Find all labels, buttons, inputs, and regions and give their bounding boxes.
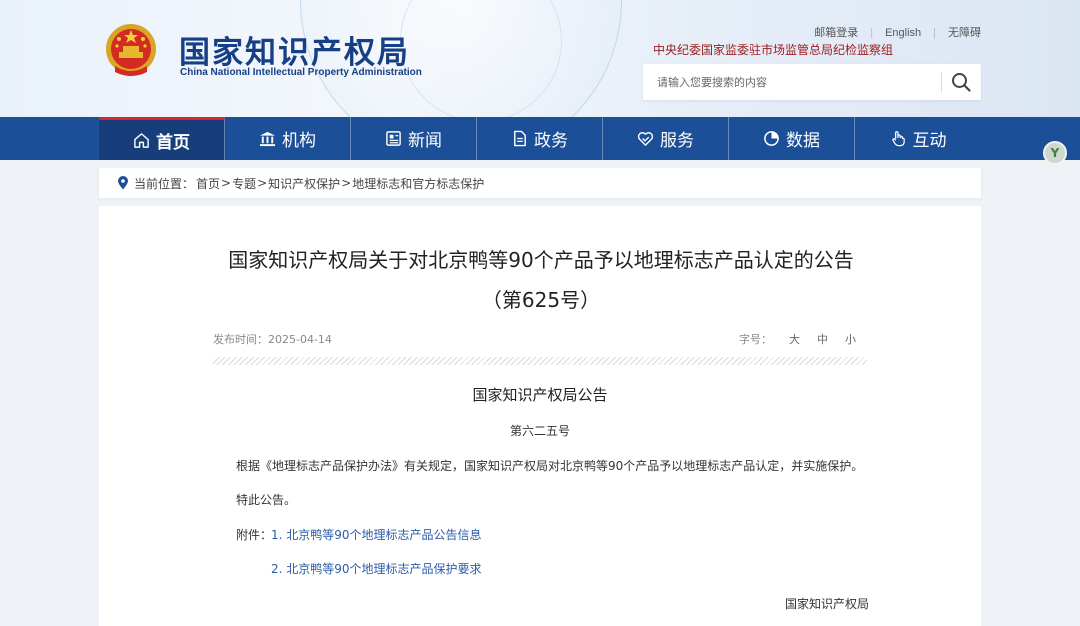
breadcrumb-item-topic[interactable]: 专题 [232, 175, 256, 192]
location-pin-icon [118, 176, 128, 190]
nav-item-home[interactable]: 首页 [99, 117, 225, 160]
site-logo-subtitle: China National Intellectual Property Adm… [180, 67, 422, 78]
nav-label: 服务 [660, 131, 694, 151]
font-size-small-button[interactable]: 小 [845, 331, 856, 347]
font-size-controls: 字号： 大 中 小 [739, 331, 856, 347]
breadcrumb-separator: > [257, 176, 268, 190]
attachment-label: 附件： [236, 528, 273, 542]
nav-item-institution[interactable]: 机构 [225, 117, 351, 160]
home-icon [134, 132, 149, 148]
mail-login-link[interactable]: 邮箱登录 [814, 27, 858, 39]
pie-chart-icon [764, 131, 779, 146]
search-icon[interactable] [949, 70, 973, 94]
nav-label: 首页 [156, 132, 190, 153]
nav-item-news[interactable]: 新闻 [351, 117, 477, 160]
main-nav: 首页 机构 新闻 政务 服务 数据 互动 [0, 117, 1080, 160]
site-header: 国家知识产权局 China National Intellectual Prop… [0, 0, 1080, 117]
nav-item-service[interactable]: 服务 [603, 117, 729, 160]
hand-pointer-icon [891, 131, 905, 147]
publish-time: 发布时间：2025-04-14 [213, 333, 332, 346]
breadcrumb-label: 当前位置： [134, 176, 195, 191]
top-links: 邮箱登录 | English | 无障碍 [814, 24, 981, 40]
national-emblem-icon [106, 24, 156, 76]
breadcrumb-item-home[interactable]: 首页 [196, 175, 220, 192]
site-logo-title[interactable]: 国家知识产权局 [179, 27, 410, 72]
font-size-label: 字号： [739, 333, 772, 346]
nav-item-data[interactable]: 数据 [729, 117, 855, 160]
breadcrumb-separator: > [341, 176, 352, 190]
breadcrumb: 当前位置： 首页 > 专题 > 知识产权保护 > 地理标志和官方标志保护 [99, 168, 981, 198]
accessibility-link[interactable]: 无障碍 [948, 27, 981, 39]
document-heading: 国家知识产权局公告 [472, 386, 608, 404]
font-size-medium-button[interactable]: 中 [817, 331, 828, 347]
article-title: 国家知识产权局关于对北京鸭等90个产品予以地理标志产品认定的公告（第625号） [228, 248, 854, 312]
search-divider [941, 72, 942, 92]
search-input[interactable] [643, 64, 947, 100]
document-number: 第六二五号 [509, 424, 570, 438]
nav-label: 机构 [282, 131, 316, 151]
article-panel: 国家知识产权局关于对北京鸭等90个产品予以地理标志产品认定的公告（第625号） … [99, 206, 981, 626]
document-icon [514, 130, 526, 147]
divider: | [870, 27, 874, 39]
divider: | [933, 27, 936, 39]
accessibility-float-icon[interactable]: Y [1043, 141, 1067, 165]
nav-label: 互动 [912, 131, 947, 151]
body-paragraph: 根据《地理标志产品保护办法》有关规定，国家知识产权局对北京鸭等90个产品予以地理… [236, 459, 864, 473]
nav-label: 新闻 [408, 131, 442, 151]
english-link[interactable]: English [885, 27, 921, 39]
nav-item-interaction[interactable]: 互动 [855, 117, 981, 160]
nav-label: 政务 [534, 131, 568, 151]
breadcrumb-separator: > [221, 176, 232, 190]
breadcrumb-item-ip-protection[interactable]: 知识产权保护 [268, 175, 340, 192]
closing-note: 特此公告。 [236, 493, 297, 507]
discipline-inspection-link[interactable]: 中央纪委国家监委驻市场监管总局纪检监察组 [653, 41, 893, 58]
institution-icon [259, 131, 276, 147]
nav-label: 数据 [786, 131, 820, 151]
hatched-divider [213, 357, 867, 365]
attachment-link-1[interactable]: 1. 北京鸭等90个地理标志产品公告信息 [271, 526, 482, 543]
news-icon [386, 131, 401, 146]
nav-item-government-affairs[interactable]: 政务 [477, 117, 603, 160]
attachment-link-2[interactable]: 2. 北京鸭等90个地理标志产品保护要求 [271, 560, 482, 577]
service-icon [637, 132, 654, 146]
signer: 国家知识产权局 [785, 597, 870, 611]
search-box [643, 64, 981, 100]
font-size-large-button[interactable]: 大 [789, 331, 800, 347]
breadcrumb-item-geo-indication[interactable]: 地理标志和官方标志保护 [352, 175, 484, 192]
